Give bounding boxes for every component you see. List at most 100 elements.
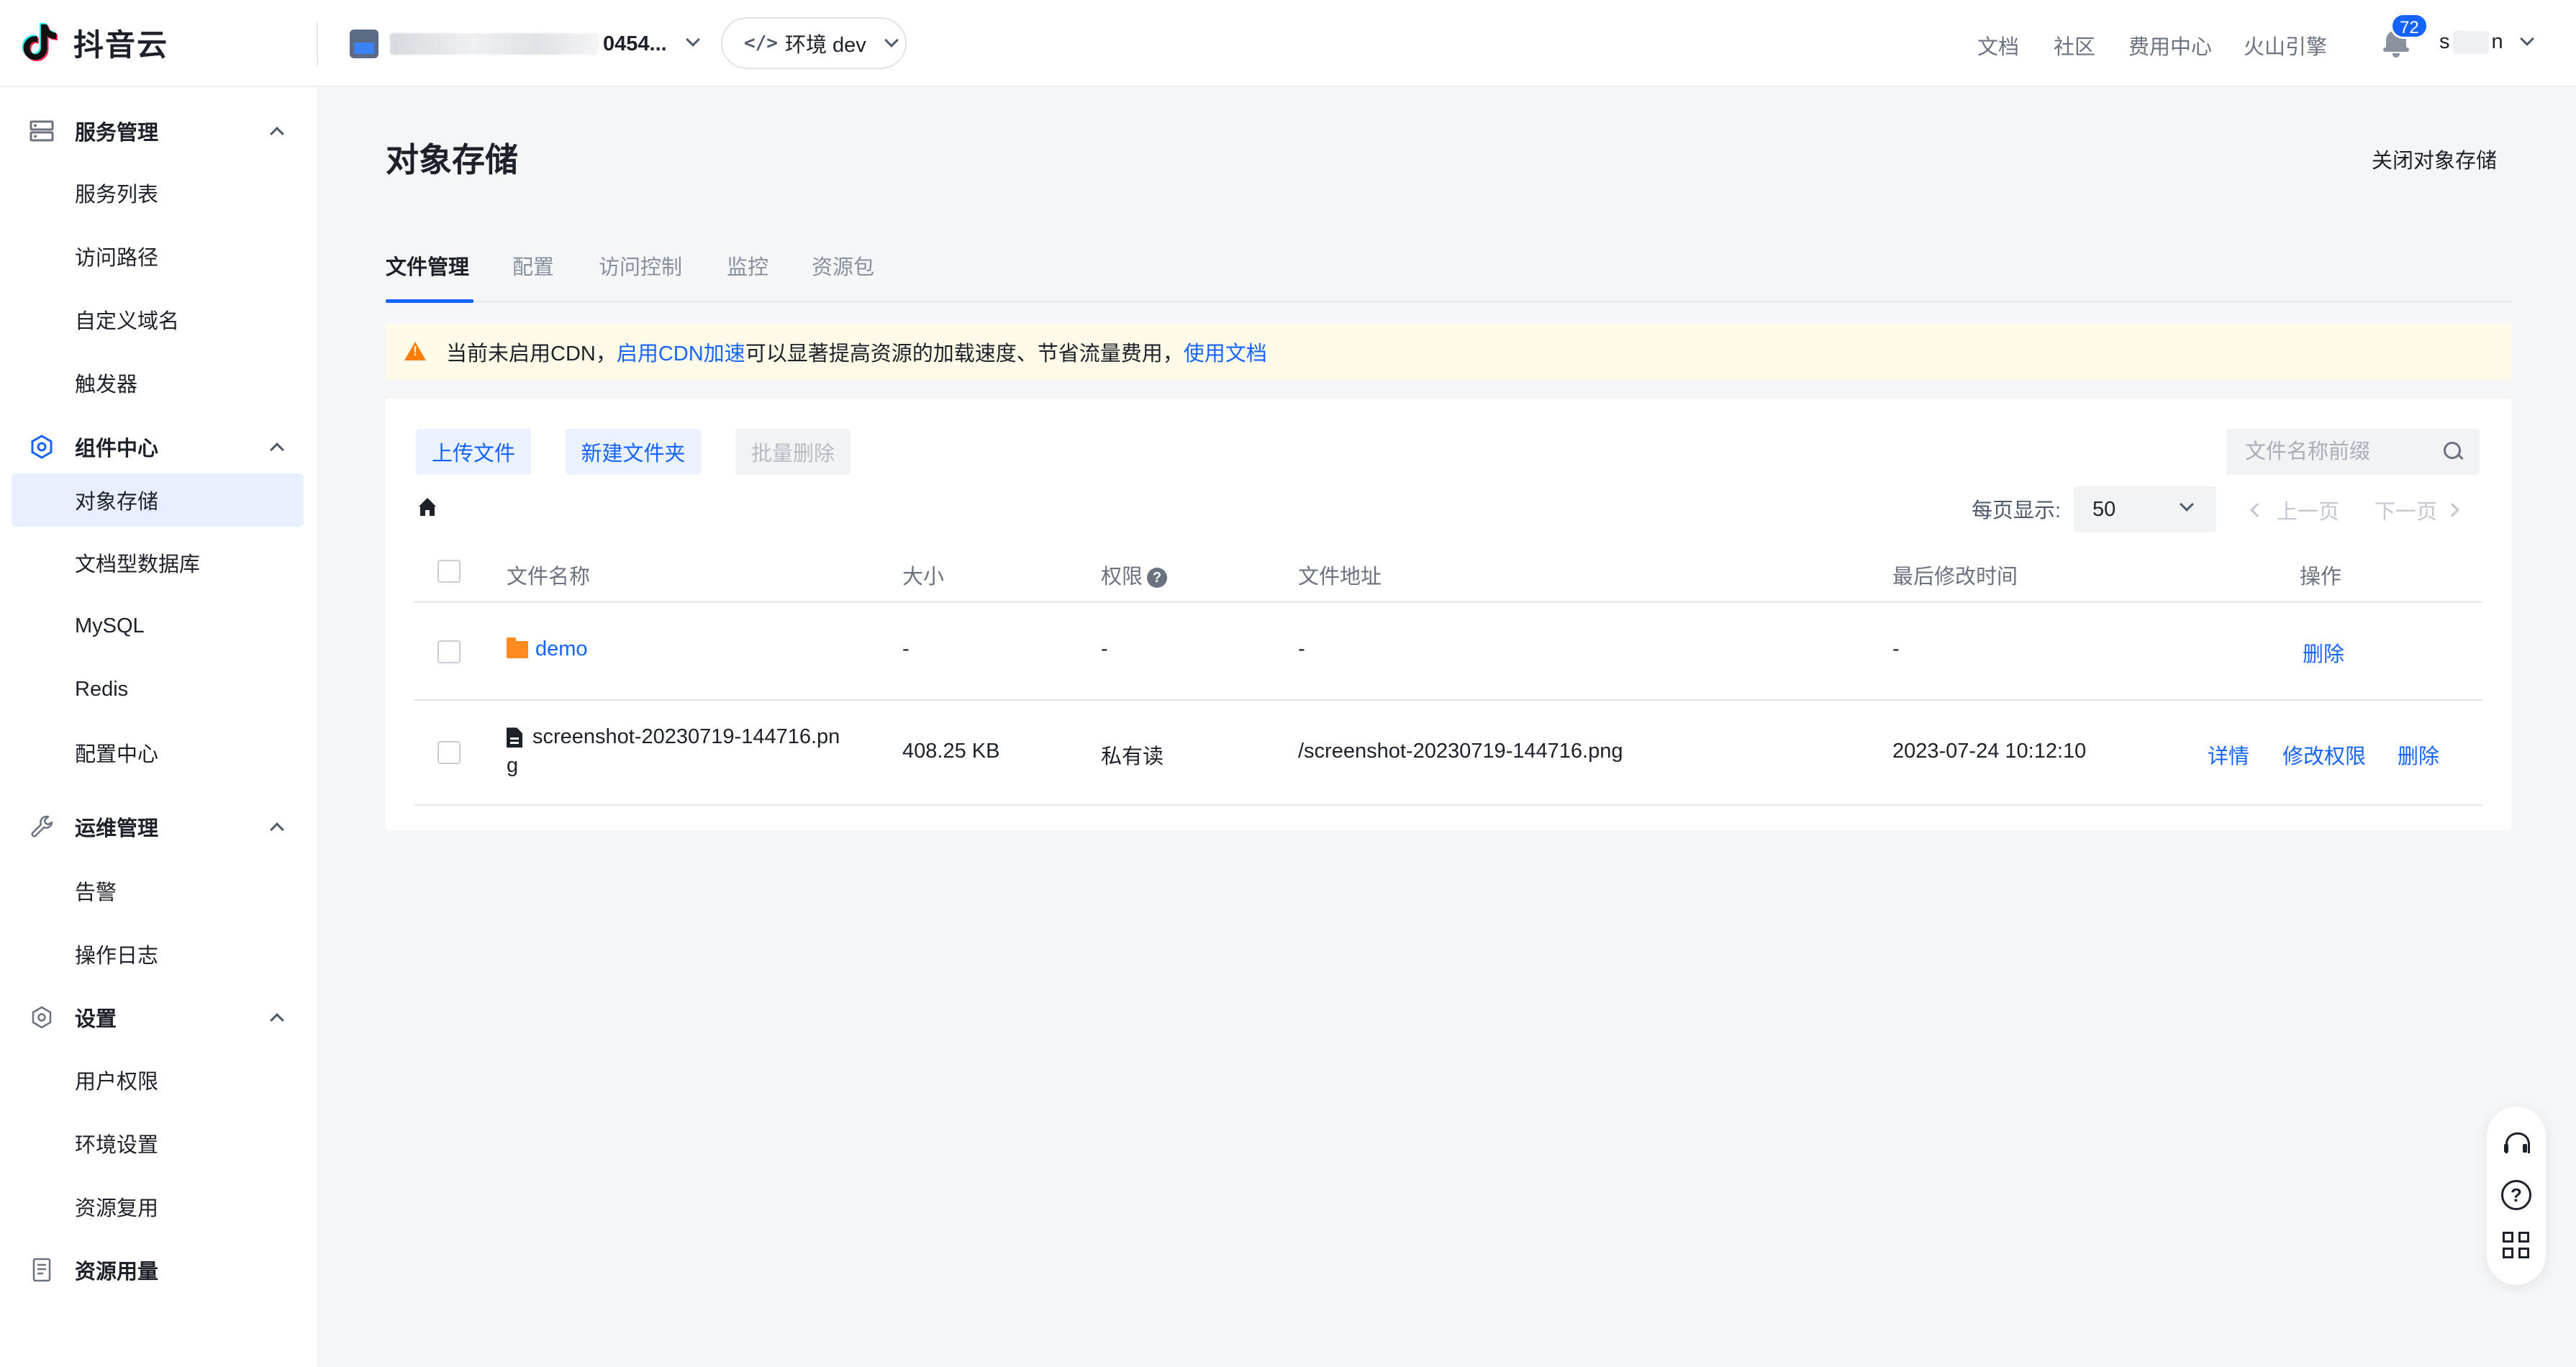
- prev-page-label: 上一页: [2277, 501, 2340, 524]
- link-volcengine[interactable]: 火山引擎: [2244, 30, 2327, 60]
- environment-selector[interactable]: </> 环境 dev: [721, 17, 907, 69]
- project-id: 0454...: [603, 32, 667, 55]
- sidebar-group-label: 资源用量: [75, 1261, 159, 1284]
- delete-button[interactable]: 删除: [2398, 740, 2439, 770]
- file-list-card: 上传文件 新建文件夹 批量删除 每页显示: 50 上一页 下一页 文件名称 大小…: [386, 399, 2511, 830]
- page-size-value: 50: [2092, 497, 2116, 521]
- sidebar-item-mysql[interactable]: MySQL: [12, 599, 304, 653]
- cell-permission: 私有读: [1101, 745, 1164, 768]
- project-selector[interactable]: 0454...: [350, 26, 704, 62]
- link-billing[interactable]: 费用中心: [2128, 30, 2212, 60]
- douyin-logo-icon: [22, 22, 58, 62]
- chevron-up-icon: [268, 817, 286, 837]
- user-name-redacted: [2452, 30, 2489, 54]
- sidebar-group-ops[interactable]: 运维管理: [0, 801, 317, 852]
- tab-monitoring[interactable]: 监控: [727, 250, 768, 281]
- cell-file-name: screenshot-20230719-144716.pn: [507, 725, 840, 749]
- link-docs[interactable]: 文档: [1977, 30, 2019, 60]
- cell-modified: 2023-07-24 10:12:10: [1892, 740, 2087, 763]
- document-icon: [32, 1258, 51, 1282]
- sidebar-group-label: 组件中心: [75, 437, 159, 460]
- next-page-button[interactable]: 下一页: [2375, 495, 2459, 525]
- customer-service-icon[interactable]: [2501, 1130, 2531, 1160]
- notification-badge: 72: [2390, 13, 2428, 39]
- user-name-end: n: [2491, 30, 2503, 53]
- tab-access-control[interactable]: 访问控制: [599, 250, 682, 281]
- sidebar-group-components[interactable]: 组件中心: [0, 422, 317, 472]
- file-name-line2: g: [507, 754, 519, 777]
- header-divider: [317, 22, 318, 66]
- app-name: 抖音云: [73, 27, 169, 62]
- home-icon[interactable]: [416, 498, 439, 519]
- column-header-name: 文件名称: [507, 566, 591, 589]
- user-menu[interactable]: s n: [2439, 30, 2538, 54]
- details-button[interactable]: 详情: [2208, 740, 2249, 770]
- select-all-checkbox[interactable]: [437, 560, 461, 583]
- batch-delete-button[interactable]: 批量删除: [735, 429, 851, 475]
- help-icon[interactable]: ?: [1147, 568, 1168, 589]
- row-checkbox[interactable]: [437, 741, 461, 764]
- docs-link[interactable]: 使用文档: [1184, 342, 1267, 365]
- app-logo[interactable]: 抖音云: [16, 20, 168, 65]
- chevron-down-icon: [882, 33, 901, 53]
- sidebar-item-user-permissions[interactable]: 用户权限: [12, 1053, 304, 1107]
- sidebar-item-document-db[interactable]: 文档型数据库: [12, 536, 304, 589]
- sidebar-item-trigger[interactable]: 触发器: [12, 356, 304, 409]
- search-input[interactable]: [2245, 440, 2439, 464]
- sidebar-item-env-settings[interactable]: 环境设置: [12, 1117, 304, 1170]
- sidebar-item-alerts[interactable]: 告警: [12, 864, 304, 917]
- upload-file-button[interactable]: 上传文件: [416, 429, 531, 475]
- sidebar-item-object-storage[interactable]: 对象存储: [12, 473, 304, 527]
- cell-size: -: [902, 637, 910, 660]
- column-header-permission: 权限?: [1101, 560, 1168, 590]
- enable-cdn-link[interactable]: 启用CDN加速: [617, 342, 745, 365]
- cell-permission: -: [1101, 637, 1108, 660]
- sidebar-group-service[interactable]: 服务管理: [0, 106, 317, 156]
- sidebar-item-service-list[interactable]: 服务列表: [12, 166, 304, 219]
- page-size-label: 每页显示:: [1972, 499, 2062, 522]
- tab-config[interactable]: 配置: [512, 250, 554, 281]
- new-folder-button[interactable]: 新建文件夹: [566, 429, 701, 475]
- tab-resource-pack[interactable]: 资源包: [812, 250, 874, 281]
- delete-button[interactable]: 删除: [2303, 637, 2344, 668]
- alert-text-start: 当前未启用CDN，: [446, 342, 617, 365]
- environment-label: 环境 dev: [784, 34, 866, 57]
- folder-name-link[interactable]: demo: [507, 637, 588, 661]
- tab-file-management[interactable]: 文件管理: [386, 250, 469, 281]
- file-search: [2226, 429, 2480, 475]
- sidebar-group-settings[interactable]: 设置: [0, 992, 317, 1043]
- cell-modified: -: [1892, 637, 1900, 660]
- tab-bar: 文件管理 配置 访问控制 监控 资源包: [386, 245, 2511, 303]
- table-row: demo - - - - 删除: [414, 603, 2482, 701]
- top-bar: 抖音云 0454... </> 环境 dev 文档 社区 费用中心 火山引擎 7…: [0, 0, 2576, 87]
- sidebar-item-resource-reuse[interactable]: 资源复用: [12, 1180, 304, 1233]
- qr-code-icon[interactable]: [2501, 1230, 2531, 1261]
- column-header-size: 大小: [902, 566, 945, 589]
- prev-page-button[interactable]: 上一页: [2250, 495, 2340, 525]
- alert-text-middle: 可以显著提高资源的加载速度、节省流量费用，: [745, 342, 1184, 365]
- file-table: 文件名称 大小 权限? 文件地址 最后修改时间 操作 demo - - - - …: [414, 541, 2482, 806]
- chevron-up-icon: [268, 122, 286, 141]
- folder-icon: [507, 637, 528, 659]
- sidebar: 服务管理 服务列表 访问路径 自定义域名 触发器 组件中心 对象存储 文档型数据…: [0, 87, 317, 1367]
- cell-size: 408.25 KB: [902, 740, 1000, 763]
- chevron-left-icon: [2250, 503, 2264, 517]
- edit-permission-button[interactable]: 修改权限: [2282, 740, 2366, 770]
- sidebar-item-operation-log[interactable]: 操作日志: [12, 927, 304, 981]
- table-header: 文件名称 大小 权限? 文件地址 最后修改时间 操作: [414, 541, 2482, 603]
- project-name-redacted: [390, 33, 599, 55]
- row-checkbox[interactable]: [437, 640, 461, 663]
- column-header-modified: 最后修改时间: [1892, 566, 2018, 589]
- project-avatar-icon: [350, 29, 378, 58]
- link-community[interactable]: 社区: [2054, 30, 2095, 60]
- chevron-up-icon: [268, 437, 286, 457]
- sidebar-group-resource-usage[interactable]: 资源用量: [0, 1245, 317, 1295]
- sidebar-item-redis[interactable]: Redis: [12, 663, 304, 716]
- sidebar-item-config-center[interactable]: 配置中心: [12, 726, 304, 779]
- sidebar-item-custom-domain[interactable]: 自定义域名: [12, 293, 304, 346]
- sidebar-item-access-path[interactable]: 访问路径: [12, 230, 304, 283]
- search-icon[interactable]: [2444, 442, 2464, 462]
- help-circle-icon[interactable]: ?: [2501, 1180, 2531, 1210]
- close-object-storage-button[interactable]: 关闭对象存储: [2372, 144, 2497, 174]
- page-size-select[interactable]: 50: [2074, 486, 2216, 532]
